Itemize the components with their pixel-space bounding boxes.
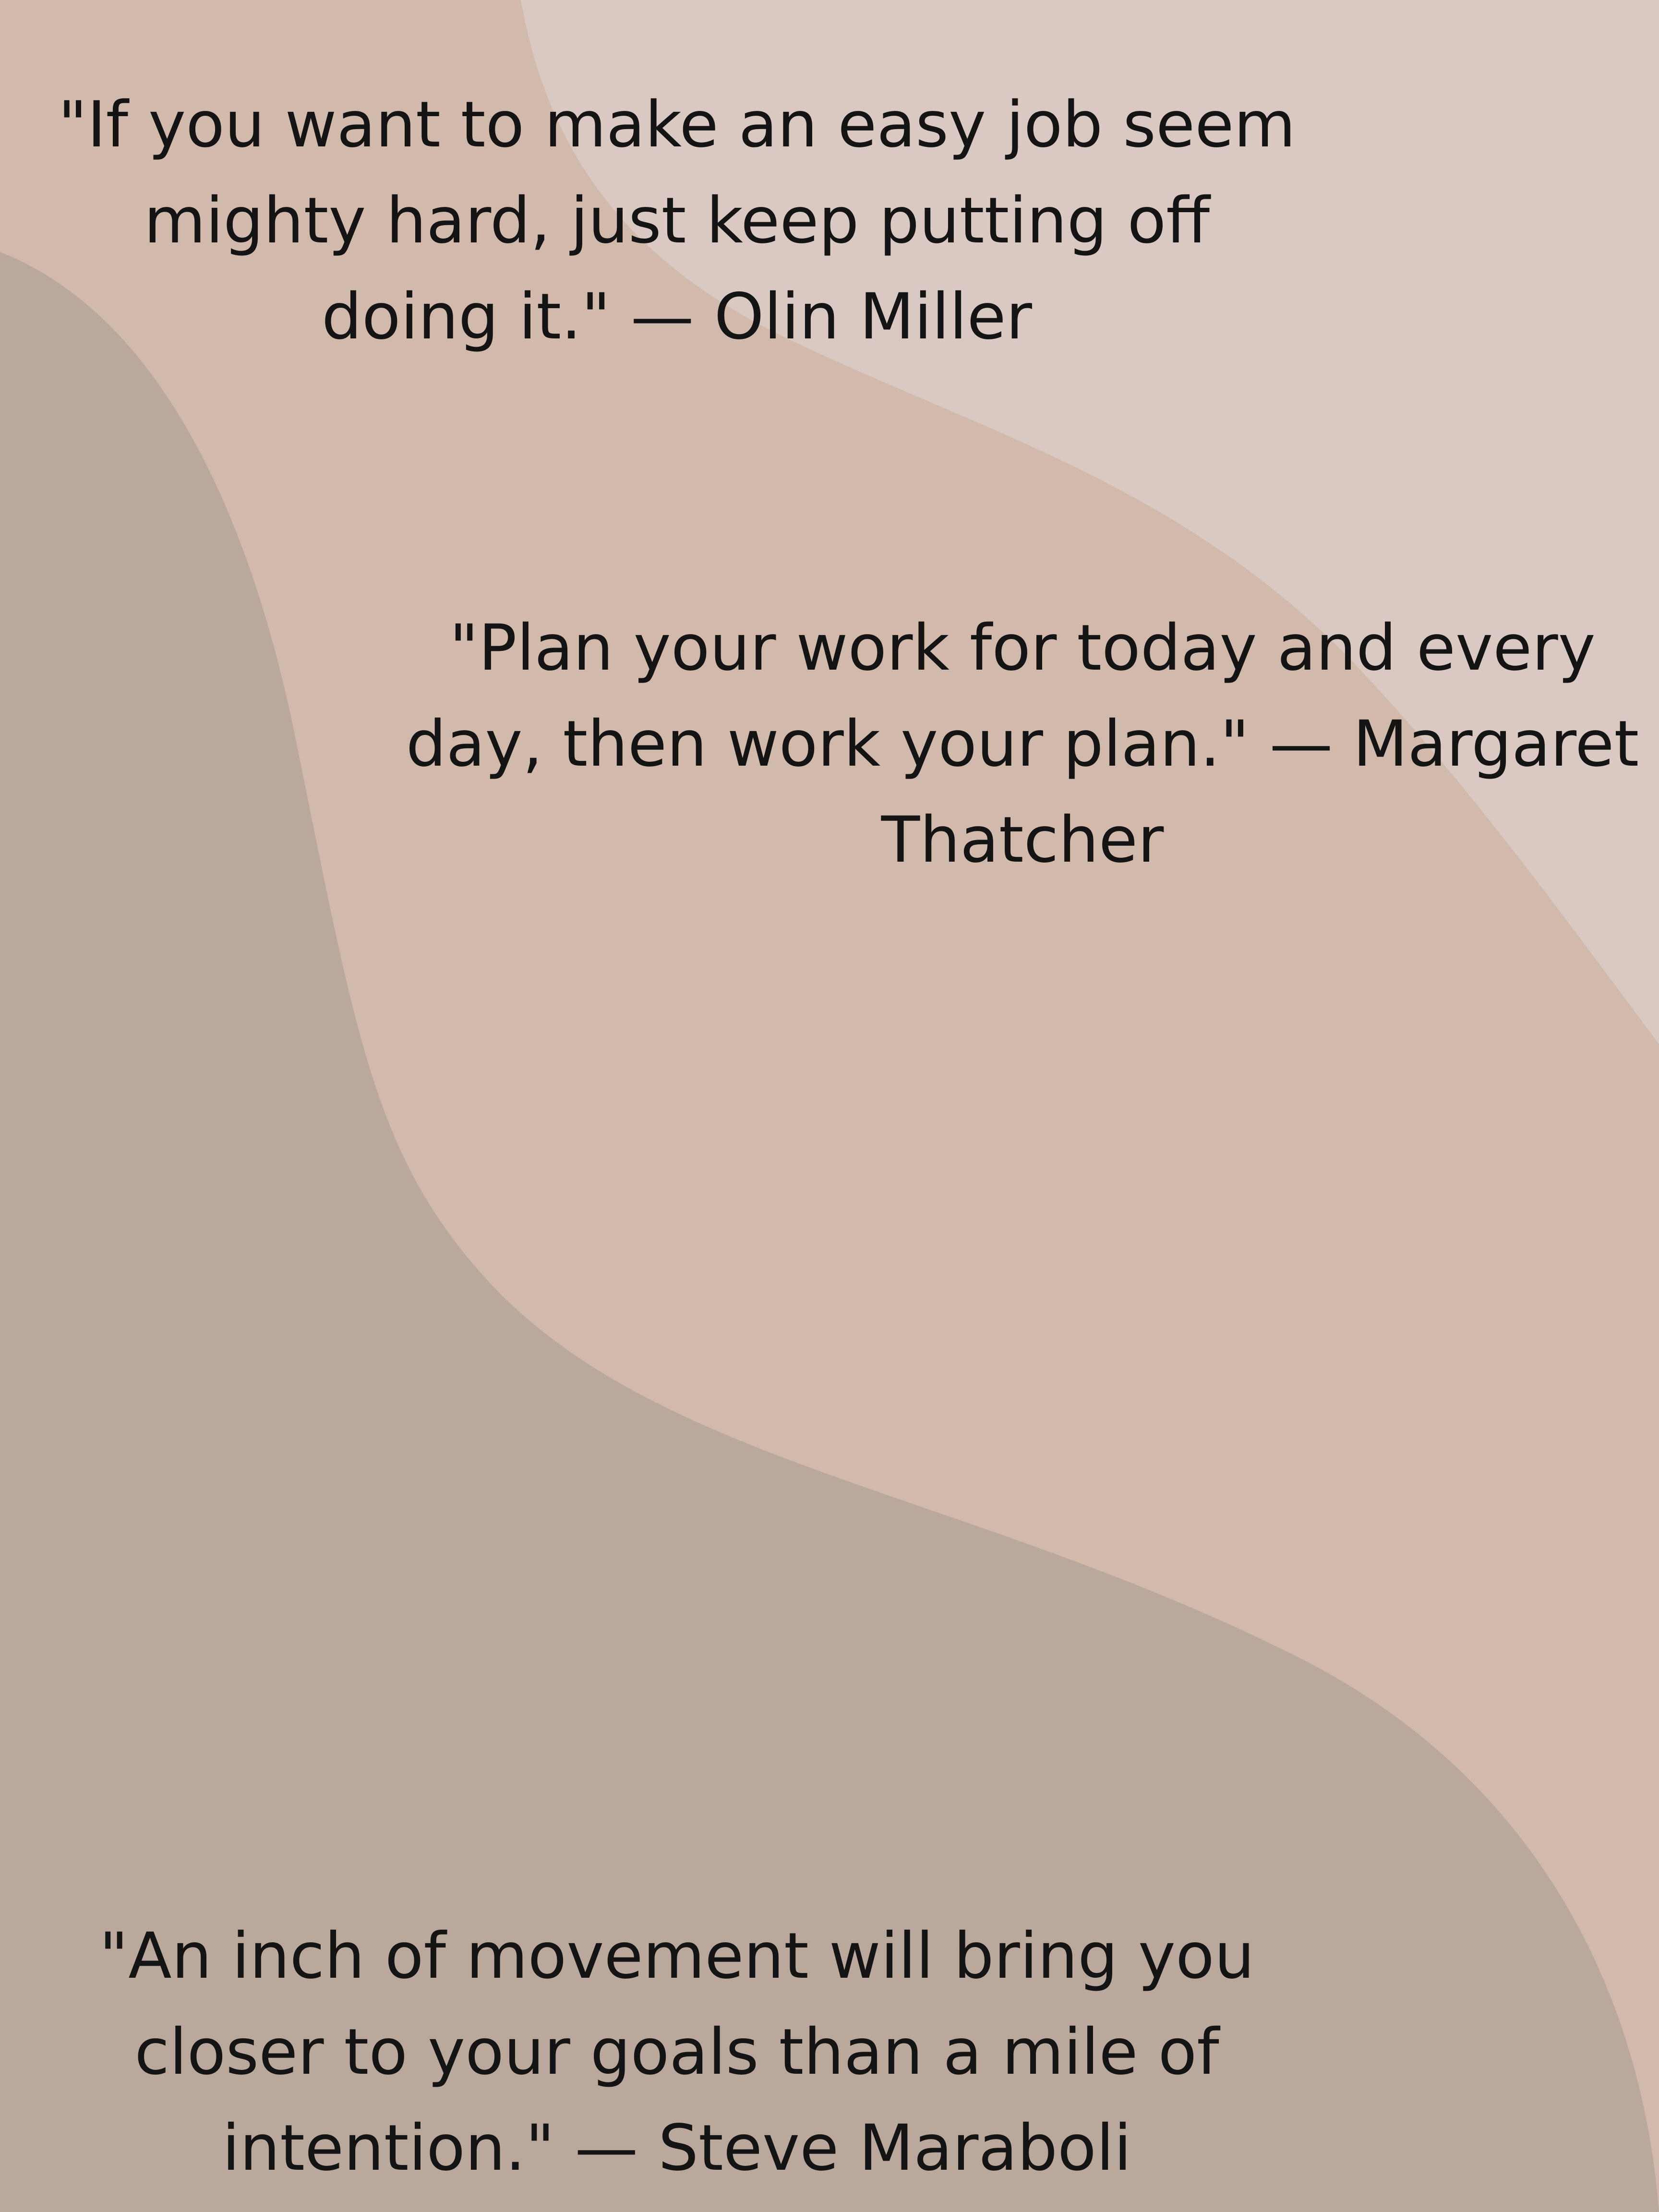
quote-line: doing it." — Olin Miller (322, 280, 1032, 354)
quote-line: intention." — Steve Maraboli (222, 2111, 1132, 2185)
quote-line: day, then work your plan." — Margaret (406, 707, 1639, 781)
quote-line: Thatcher (881, 803, 1164, 877)
quote-olin-miller: "If you want to make an easy job seem mi… (29, 77, 1325, 365)
quote-line: "An inch of movement will bring you (99, 1919, 1255, 1993)
quote-line: "If you want to make an easy job seem (58, 88, 1296, 162)
quote-margaret-thatcher: "Plan your work for today and every day,… (374, 600, 1659, 888)
quote-line: closer to your goals than a mile of (134, 2015, 1219, 2089)
quote-steve-maraboli: "An inch of movement will bring you clos… (29, 1908, 1325, 2196)
quote-line: mighty hard, just keep putting off (144, 184, 1210, 258)
quote-line: "Plan your work for today and every (449, 611, 1596, 685)
